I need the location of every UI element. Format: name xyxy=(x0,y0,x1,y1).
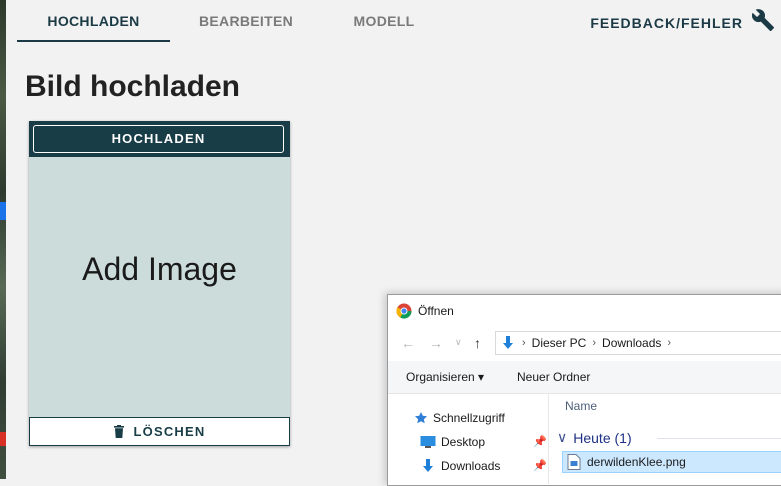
chrome-icon xyxy=(396,303,412,319)
breadcrumb-item[interactable]: Downloads xyxy=(602,336,661,350)
delete-label: LÖSCHEN xyxy=(133,424,206,439)
pin-icon[interactable]: 📌 xyxy=(533,459,547,472)
nav-item-label: Desktop xyxy=(441,435,486,449)
tab-upload[interactable]: HOCHLADEN xyxy=(17,0,170,42)
column-header-name[interactable]: Name xyxy=(565,399,597,413)
delete-button[interactable]: LÖSCHEN xyxy=(29,417,290,446)
upload-card-header: HOCHLADEN xyxy=(29,121,290,157)
group-divider xyxy=(657,438,781,439)
file-name: derwildenKlee.png xyxy=(587,455,686,469)
file-group-header[interactable]: ∨ Heute (1) xyxy=(557,429,781,446)
nav-item-label: Schnellzugriff xyxy=(433,411,505,425)
downloads-folder-icon xyxy=(503,336,513,349)
chevron-down-icon[interactable]: ∨ xyxy=(455,337,462,348)
image-file-icon xyxy=(567,454,581,470)
feedback-link[interactable]: FEEDBACK/FEHLER xyxy=(590,8,775,32)
up-arrow-icon[interactable]: ↑ xyxy=(474,335,481,351)
tab-edit[interactable]: BEARBEITEN xyxy=(183,0,309,40)
background-window-edge xyxy=(0,0,6,479)
breadcrumb-item[interactable]: Dieser PC xyxy=(532,336,587,350)
nav-item-downloads[interactable]: Downloads xyxy=(420,458,500,474)
file-open-dialog: Öffnen ← → ∨ ↑ › Dieser PC › Downloads ›… xyxy=(387,294,781,486)
nav-item-label: Downloads xyxy=(441,459,501,473)
file-group-label: Heute (1) xyxy=(573,429,632,446)
new-folder-button[interactable]: Neuer Ordner xyxy=(517,370,590,384)
tab-model[interactable]: MODELL xyxy=(331,0,437,40)
nav-item-quick-access[interactable]: Schnellzugriff xyxy=(414,411,505,425)
background-window-accent xyxy=(0,202,6,220)
dialog-titlebar: Öffnen xyxy=(396,303,454,319)
pin-icon[interactable]: 📌 xyxy=(533,435,547,448)
desktop-icon xyxy=(420,436,436,448)
image-placeholder[interactable]: Add Image xyxy=(29,251,290,288)
trash-icon xyxy=(113,425,124,438)
forward-arrow-icon[interactable]: → xyxy=(429,335,443,351)
star-icon xyxy=(415,412,427,424)
nav-item-desktop[interactable]: Desktop xyxy=(420,435,485,449)
dialog-toolbar: Organisieren ▾ Neuer Ordner xyxy=(388,361,781,394)
file-row[interactable]: derwildenKlee.png xyxy=(562,451,781,473)
chevron-right-icon: › xyxy=(592,337,597,349)
page-title: Bild hochladen xyxy=(25,70,241,103)
upload-card: HOCHLADEN Add Image LÖSCHEN xyxy=(29,121,290,446)
feedback-label: FEEDBACK/FEHLER xyxy=(590,15,743,31)
chevron-right-icon: › xyxy=(522,337,526,349)
chevron-down-icon: ∨ xyxy=(557,429,568,445)
dialog-navigation: ← → ∨ ↑ › Dieser PC › Downloads › xyxy=(388,331,781,357)
chevron-right-icon: › xyxy=(667,337,672,349)
upload-button[interactable]: HOCHLADEN xyxy=(33,125,284,153)
file-list-pane: Name ∨ Heute (1) derwildenKlee.png xyxy=(549,394,781,484)
top-navigation: HOCHLADEN BEARBEITEN MODELL FEEDBACK/FEH… xyxy=(6,0,781,44)
wrench-icon xyxy=(751,9,774,31)
navigation-pane: Schnellzugriff Desktop 📌 Downloads 📌 xyxy=(388,394,549,484)
address-bar[interactable]: › Dieser PC › Downloads › xyxy=(495,331,781,355)
back-arrow-icon[interactable]: ← xyxy=(401,335,415,351)
dialog-title: Öffnen xyxy=(418,304,454,318)
background-window-accent xyxy=(0,432,6,446)
download-icon xyxy=(423,459,433,472)
organize-button[interactable]: Organisieren ▾ xyxy=(406,370,484,384)
